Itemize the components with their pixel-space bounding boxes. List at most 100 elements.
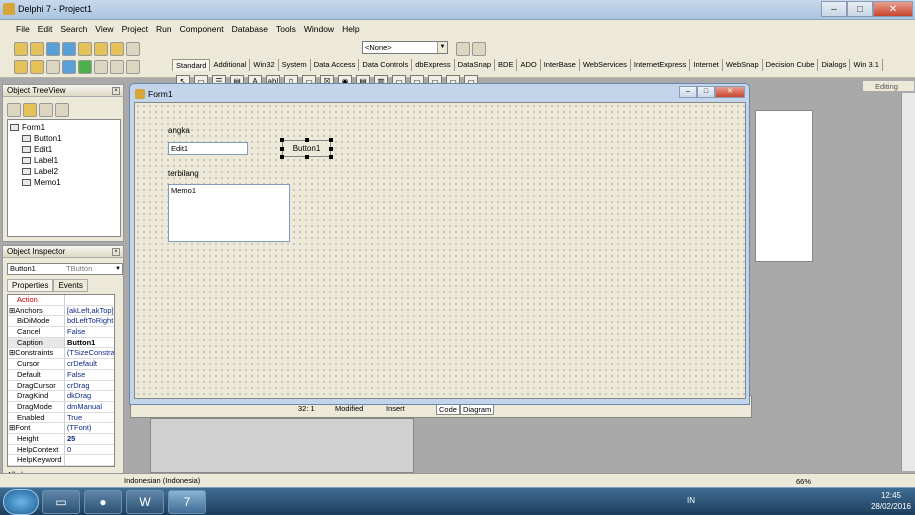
view-form-icon[interactable]: [30, 60, 44, 74]
palette-tab[interactable]: InterBase: [541, 59, 580, 71]
property-row[interactable]: BiDiMode bdLeftToRight: [8, 316, 114, 328]
property-value[interactable]: False: [65, 370, 114, 380]
property-value[interactable]: (TFont): [65, 423, 114, 433]
open-icon[interactable]: [30, 42, 44, 56]
add-file-icon[interactable]: [94, 42, 108, 56]
open-project-icon[interactable]: [78, 42, 92, 56]
palette-tab[interactable]: Data Access: [311, 59, 360, 71]
new-form-icon[interactable]: [62, 60, 76, 74]
palette-tab[interactable]: BDE: [495, 59, 518, 71]
property-row[interactable]: DragMode dmManual: [8, 401, 114, 413]
explorer-taskbar-icon[interactable]: ▭: [42, 490, 80, 514]
property-row[interactable]: Enabled True: [8, 412, 114, 424]
palette-tab[interactable]: DataSnap: [455, 59, 496, 71]
new-icon[interactable]: [14, 42, 28, 56]
property-value[interactable]: crDefault: [65, 359, 114, 369]
toggle-form-unit-icon[interactable]: [46, 60, 60, 74]
palette-tab[interactable]: dbExpress: [412, 59, 455, 71]
save-icon[interactable]: [46, 42, 60, 56]
selection-handle[interactable]: [329, 147, 333, 151]
tree-item-edit1[interactable]: Edit1: [22, 145, 52, 154]
menu-edit[interactable]: Edit: [34, 23, 57, 35]
move-down-icon[interactable]: [55, 103, 69, 117]
palette-tab[interactable]: Decision Cube: [763, 59, 819, 71]
palette-tab[interactable]: System: [279, 59, 311, 71]
label-angka[interactable]: angka: [168, 126, 190, 135]
menu-tools[interactable]: Tools: [272, 23, 300, 35]
property-row[interactable]: Default False: [8, 369, 114, 381]
form-client-area[interactable]: angka Edit1 Button1 terbilang Memo1: [134, 102, 746, 399]
property-value[interactable]: dmManual: [65, 402, 114, 412]
menu-database[interactable]: Database: [228, 23, 272, 35]
property-row[interactable]: Cursor crDefault: [8, 359, 114, 370]
save-desktop-icon[interactable]: [456, 42, 470, 56]
property-row[interactable]: Caption Button1: [8, 337, 114, 349]
minimize-button[interactable]: –: [821, 1, 847, 17]
save-all-icon[interactable]: [62, 42, 76, 56]
menu-search[interactable]: Search: [56, 23, 91, 35]
palette-tab[interactable]: Standard: [172, 59, 211, 71]
new-item-icon[interactable]: [7, 103, 21, 117]
tree-item-label1[interactable]: Label1: [22, 156, 58, 165]
selection-handle[interactable]: [329, 155, 333, 159]
property-row[interactable]: ⊞Anchors [akLeft,akTop]: [8, 305, 114, 317]
property-row[interactable]: DragKind dkDrag: [8, 391, 114, 402]
delete-item-icon[interactable]: [23, 103, 37, 117]
property-value[interactable]: Button1: [65, 338, 114, 348]
palette-tab[interactable]: Dialogs: [818, 59, 851, 71]
form-close-button[interactable]: ✕: [715, 86, 745, 98]
tree-item-form1[interactable]: Form1: [10, 123, 45, 132]
selection-handle[interactable]: [305, 138, 309, 142]
menu-help[interactable]: Help: [338, 23, 363, 35]
form-minimize-button[interactable]: –: [679, 86, 697, 98]
palette-tab[interactable]: ADO: [517, 59, 541, 71]
tab-diagram[interactable]: Diagram: [459, 404, 495, 415]
step-over-icon[interactable]: [126, 60, 140, 74]
chevron-down-icon[interactable]: ▼: [115, 264, 121, 274]
property-row[interactable]: Height 25: [8, 433, 114, 445]
tree-item-label2[interactable]: Label2: [22, 167, 58, 176]
property-row[interactable]: HelpContext 0: [8, 444, 114, 456]
vertical-scrollbar[interactable]: [901, 93, 915, 471]
property-value[interactable]: [akLeft,akTop]: [65, 306, 114, 316]
menu-window[interactable]: Window: [300, 23, 338, 35]
start-button[interactable]: [3, 489, 39, 515]
palette-tab[interactable]: Internet: [690, 59, 723, 71]
maximize-button[interactable]: □: [847, 1, 873, 17]
palette-tab[interactable]: WebSnap: [723, 59, 763, 71]
palette-tab[interactable]: Win 3.1: [850, 59, 883, 71]
clock[interactable]: 12:45 28/02/2016: [871, 490, 911, 512]
property-value[interactable]: 0: [65, 445, 114, 455]
property-value[interactable]: (TSizeConstraints): [65, 348, 114, 358]
tab-properties[interactable]: Properties: [7, 279, 54, 292]
selection-handle[interactable]: [280, 138, 284, 142]
property-value[interactable]: 25: [65, 434, 114, 444]
property-value[interactable]: crDrag: [65, 381, 114, 391]
property-row[interactable]: HelpKeyword: [8, 455, 114, 466]
property-row[interactable]: Action: [8, 295, 114, 306]
palette-tab[interactable]: Additional: [210, 59, 251, 71]
object-selector[interactable]: Button1 TButton ▼: [7, 263, 123, 275]
form-maximize-button[interactable]: □: [697, 86, 715, 98]
palette-tab[interactable]: Win32: [250, 59, 279, 71]
set-debug-desktop-icon[interactable]: [472, 42, 486, 56]
menu-run[interactable]: Run: [152, 23, 176, 35]
close-icon[interactable]: ×: [112, 87, 120, 95]
menu-file[interactable]: File: [12, 23, 34, 35]
property-value[interactable]: bdLeftToRight: [65, 316, 114, 326]
trace-into-icon[interactable]: [110, 60, 124, 74]
run-icon[interactable]: [78, 60, 92, 74]
property-row[interactable]: ⊞Constraints(TSizeConstraints): [8, 348, 114, 360]
property-value[interactable]: [65, 455, 114, 465]
tree-item-memo1[interactable]: Memo1: [22, 178, 61, 187]
property-value[interactable]: True: [65, 413, 114, 423]
memo1-field[interactable]: Memo1: [168, 184, 290, 242]
property-value[interactable]: [65, 295, 114, 305]
menu-view[interactable]: View: [91, 23, 117, 35]
pause-icon[interactable]: [94, 60, 108, 74]
move-up-icon[interactable]: [39, 103, 53, 117]
selection-handle[interactable]: [280, 147, 284, 151]
browser-taskbar-icon[interactable]: ●: [84, 490, 122, 514]
desktop-config-combo[interactable]: <None> ▼: [362, 41, 448, 54]
palette-tab[interactable]: InternetExpress: [631, 59, 691, 71]
